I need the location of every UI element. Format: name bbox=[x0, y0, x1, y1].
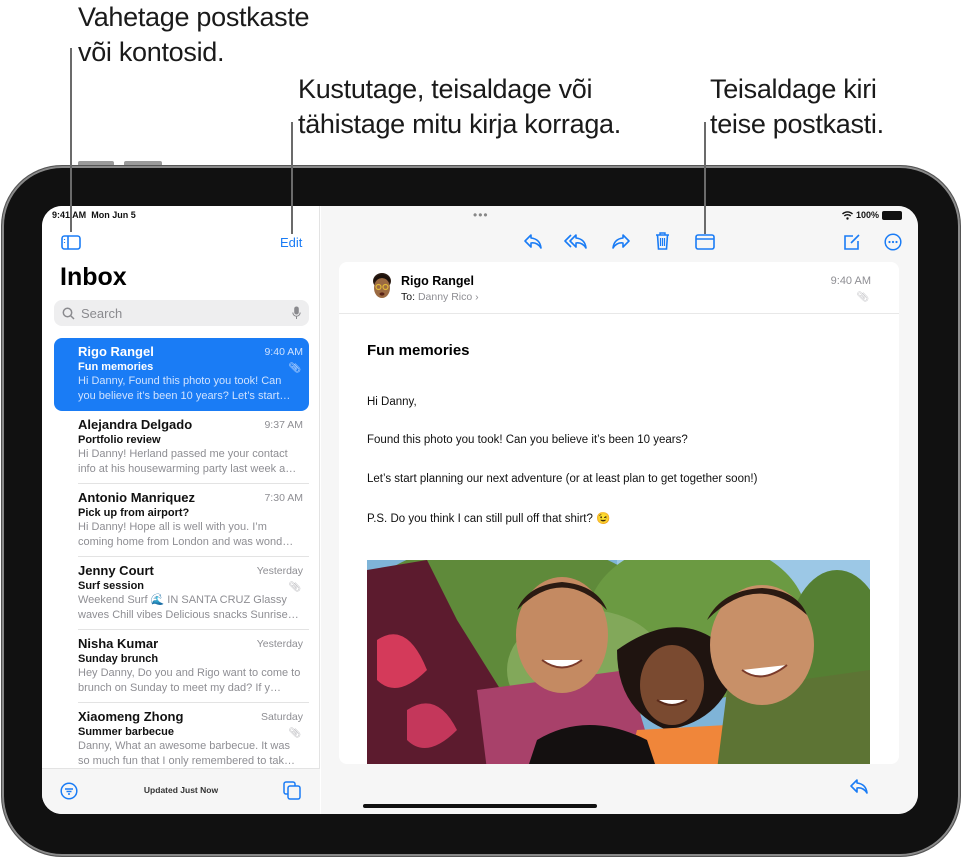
mail-app-screen: 9:41 AM Mon Jun 5 Edit Inbox Search Rigo… bbox=[42, 206, 918, 814]
callout-move: Teisaldage kiri teise postkasti. bbox=[710, 74, 884, 139]
forward-icon bbox=[612, 234, 630, 249]
microphone-icon[interactable] bbox=[292, 306, 301, 320]
mail-preview: Hi Danny! Herland passed me your contact… bbox=[78, 448, 297, 475]
reply-button[interactable] bbox=[523, 233, 543, 255]
chevron-right-icon[interactable]: › bbox=[475, 291, 479, 303]
battery-status: 100% bbox=[841, 210, 902, 220]
compose-button[interactable] bbox=[843, 233, 861, 256]
mail-list-item[interactable]: Rigo Rangel 9:40 AM Fun memories 📎︎ Hi D… bbox=[54, 338, 309, 411]
mail-preview: Hey Danny, Do you and Rigo want to come … bbox=[78, 667, 301, 694]
multitasking-indicator[interactable]: ••• bbox=[473, 208, 489, 222]
callout-mailboxes: Vahetage postkaste või kontosid. bbox=[78, 2, 310, 67]
mail-time: 9:37 AM bbox=[264, 419, 303, 431]
reply-icon bbox=[524, 234, 542, 249]
mail-time: 9:40 AM bbox=[264, 346, 303, 358]
mail-list-item[interactable]: Alejandra Delgado 9:37 AM Portfolio revi… bbox=[78, 411, 309, 484]
recipient-name[interactable]: Danny Rico bbox=[418, 291, 472, 303]
delete-button[interactable] bbox=[655, 231, 670, 255]
mail-subject: Surf session bbox=[78, 580, 145, 592]
avatar bbox=[373, 273, 391, 298]
forward-button[interactable] bbox=[611, 233, 631, 255]
mail-subject: Fun memories bbox=[78, 361, 154, 373]
mail-time: Saturday bbox=[260, 711, 303, 723]
message-body-line: P.S. Do you think I can still pull off t… bbox=[367, 513, 611, 525]
more-options-button[interactable] bbox=[884, 233, 902, 256]
mailboxes-button[interactable] bbox=[283, 781, 301, 805]
paperclip-icon: 📎︎ bbox=[288, 582, 301, 593]
reply-all-button[interactable] bbox=[564, 233, 588, 255]
paperclip-icon: 📎︎ bbox=[288, 363, 301, 374]
sidebar-toolbar: Updated Just Now bbox=[42, 768, 320, 814]
search-placeholder: Search bbox=[81, 305, 123, 321]
message-subject: Fun memories bbox=[367, 342, 470, 359]
more-icon bbox=[884, 233, 902, 251]
update-status: Updated Just Now bbox=[143, 785, 219, 795]
mail-time: Yesterday bbox=[256, 565, 303, 577]
status-time: 9:41 AM Mon Jun 5 bbox=[52, 210, 136, 220]
search-input[interactable]: Search bbox=[54, 300, 309, 326]
mail-list-item[interactable]: Nisha Kumar Yesterday Sunday brunch Hey … bbox=[78, 630, 309, 703]
home-indicator[interactable] bbox=[363, 804, 597, 808]
mail-preview: Hi Danny, Found this photo you took! Can… bbox=[78, 375, 291, 402]
mail-preview: Weekend Surf 🌊 IN SANTA CRUZ Glassy wave… bbox=[78, 594, 299, 621]
message-detail-pane: ••• 100% Rigo Rangel To: Danny Rico › 9:… bbox=[321, 206, 918, 814]
compose-icon bbox=[844, 234, 860, 250]
mail-list-item[interactable]: Jenny Court Yesterday Surf session 📎︎ We… bbox=[78, 557, 309, 630]
sidebar-icon bbox=[61, 235, 81, 250]
sidebar-toggle-button[interactable] bbox=[61, 235, 81, 255]
mail-list-item[interactable]: Xiaomeng Zhong Saturday Summer barbecue … bbox=[78, 703, 309, 776]
paperclip-icon: 📎︎ bbox=[856, 292, 869, 303]
mail-list: Rigo Rangel 9:40 AM Fun memories 📎︎ Hi D… bbox=[54, 338, 309, 776]
move-to-mailbox-button[interactable] bbox=[695, 234, 715, 255]
page-title: Inbox bbox=[60, 263, 127, 291]
leader-line-move bbox=[704, 122, 706, 234]
mail-list-item[interactable]: Antonio Manriquez 7:30 AM Pick up from a… bbox=[78, 484, 309, 557]
paperclip-icon: 📎︎ bbox=[288, 728, 301, 739]
battery-icon bbox=[882, 210, 902, 220]
mail-subject: Sunday brunch bbox=[78, 653, 159, 665]
trash-icon bbox=[656, 232, 669, 250]
wifi-icon bbox=[841, 210, 853, 220]
reply-button-bottom[interactable] bbox=[849, 778, 869, 800]
mail-time: Yesterday bbox=[256, 638, 303, 650]
sender-name: Rigo Rangel bbox=[401, 274, 474, 288]
leader-line-mailboxes bbox=[70, 48, 72, 232]
message-body-line: Let’s start planning our next adventure … bbox=[367, 473, 758, 485]
mail-subject: Pick up from airport? bbox=[78, 507, 190, 519]
mail-subject: Summer barbecue bbox=[78, 726, 174, 738]
mail-preview: Danny, What an awesome barbecue. It was … bbox=[78, 740, 296, 767]
recipient-line: To: Danny Rico › bbox=[401, 291, 479, 303]
stacked-windows-icon bbox=[283, 781, 301, 800]
mailbox-sidebar: 9:41 AM Mon Jun 5 Edit Inbox Search Rigo… bbox=[42, 206, 320, 814]
reply-all-icon bbox=[564, 234, 587, 249]
message-header: Rigo Rangel To: Danny Rico › 9:40 AM 📎︎ bbox=[339, 262, 899, 314]
mail-time: 7:30 AM bbox=[264, 492, 303, 504]
message-card: Rigo Rangel To: Danny Rico › 9:40 AM 📎︎ … bbox=[339, 262, 899, 764]
reply-icon bbox=[850, 779, 868, 794]
attached-photo[interactable] bbox=[367, 560, 870, 764]
leader-line-edit bbox=[291, 122, 293, 234]
message-body-line: Hi Danny, bbox=[367, 396, 417, 408]
edit-button[interactable]: Edit bbox=[280, 235, 302, 250]
callout-edit: Kustutage, teisaldage või tähistage mitu… bbox=[298, 74, 621, 139]
message-body-line: Found this photo you took! Can you belie… bbox=[367, 434, 688, 446]
mail-preview: Hi Danny! Hope all is well with you. I’m… bbox=[78, 521, 294, 548]
message-time: 9:40 AM bbox=[830, 275, 871, 287]
mail-subject: Portfolio review bbox=[78, 434, 161, 446]
search-icon bbox=[62, 307, 75, 320]
folder-icon bbox=[695, 234, 715, 250]
